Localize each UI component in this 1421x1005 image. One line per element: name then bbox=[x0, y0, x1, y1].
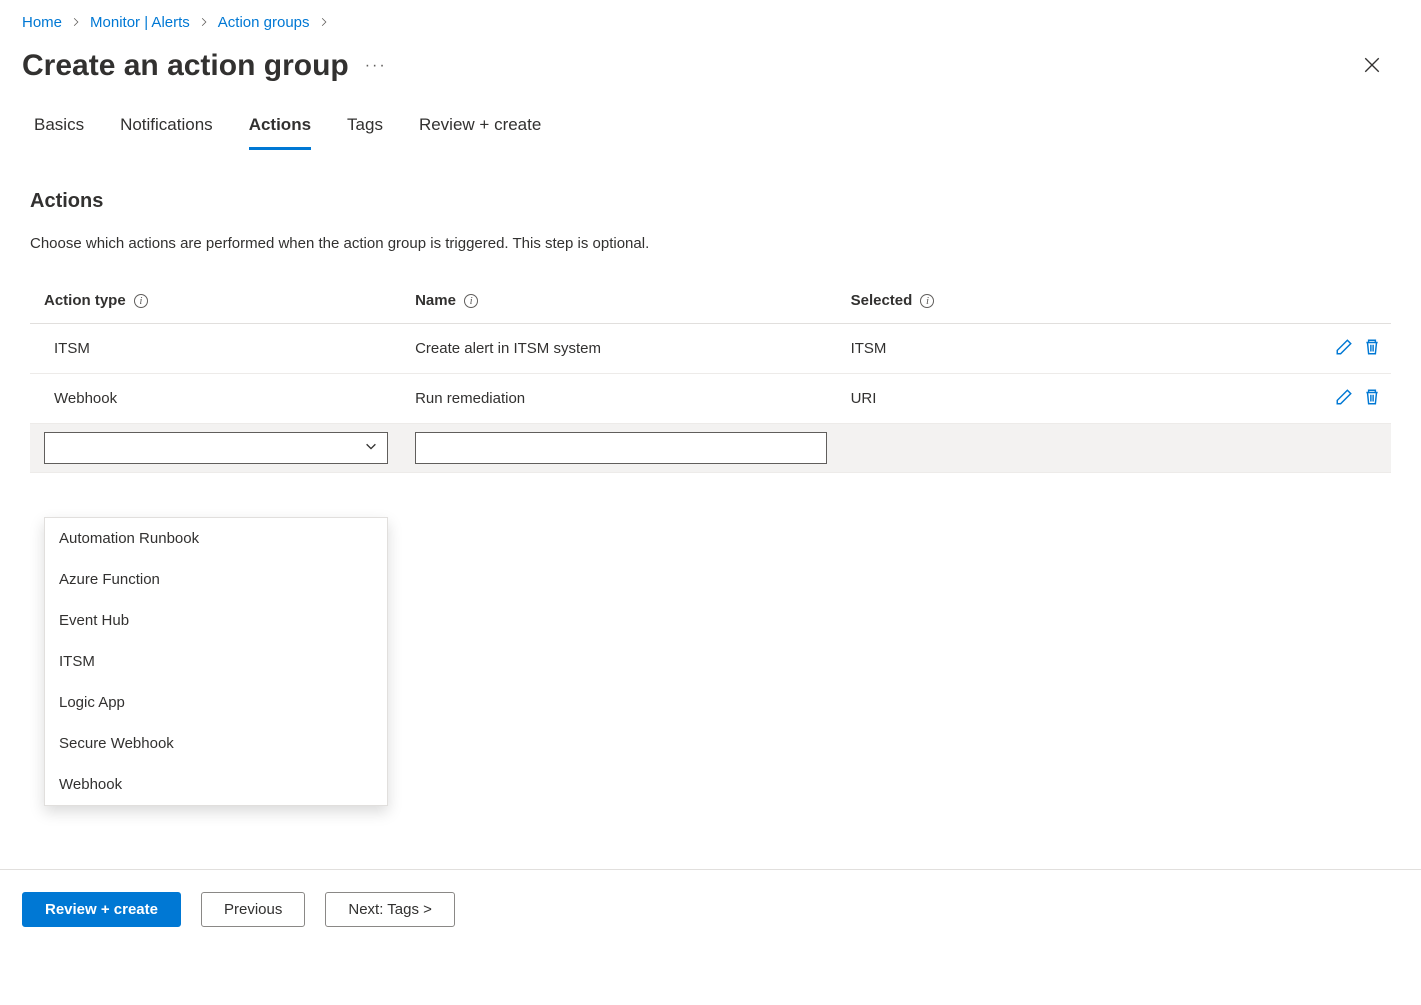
breadcrumb: Home Monitor | Alerts Action groups bbox=[0, 0, 1421, 41]
tabs: Basics Notifications Actions Tags Review… bbox=[0, 107, 1421, 150]
dropdown-option[interactable]: ITSM bbox=[45, 641, 387, 682]
more-icon[interactable]: ··· bbox=[365, 57, 387, 75]
header-name: Name bbox=[415, 292, 456, 309]
chevron-right-icon bbox=[319, 16, 329, 30]
new-action-row bbox=[30, 424, 1391, 473]
pencil-icon bbox=[1335, 344, 1353, 359]
dropdown-option[interactable]: Event Hub bbox=[45, 600, 387, 641]
action-type-dropdown: Automation Runbook Azure Function Event … bbox=[44, 517, 388, 806]
pencil-icon bbox=[1335, 394, 1353, 409]
chevron-right-icon bbox=[71, 16, 81, 30]
dropdown-option[interactable]: Secure Webhook bbox=[45, 723, 387, 764]
table-row: Webhook Run remediation URI bbox=[30, 374, 1391, 424]
section-description: Choose which actions are performed when … bbox=[30, 235, 1391, 252]
cell-action-type: ITSM bbox=[30, 324, 411, 374]
dropdown-option[interactable]: Automation Runbook bbox=[45, 518, 387, 559]
cell-selected: ITSM bbox=[847, 324, 1283, 374]
dropdown-option[interactable]: Logic App bbox=[45, 682, 387, 723]
close-icon bbox=[1363, 62, 1381, 77]
dropdown-option[interactable]: Azure Function bbox=[45, 559, 387, 600]
cell-name: Create alert in ITSM system bbox=[411, 324, 847, 374]
page-title: Create an action group bbox=[22, 49, 349, 83]
content: Actions Choose which actions are perform… bbox=[0, 150, 1421, 473]
tab-tags[interactable]: Tags bbox=[347, 107, 383, 150]
cell-name: Run remediation bbox=[411, 374, 847, 424]
tab-review-create[interactable]: Review + create bbox=[419, 107, 541, 150]
edit-button[interactable] bbox=[1333, 336, 1355, 361]
close-button[interactable] bbox=[1359, 52, 1385, 81]
review-create-button[interactable]: Review + create bbox=[22, 892, 181, 927]
breadcrumb-link-home[interactable]: Home bbox=[22, 14, 62, 31]
actions-table: Action type i Name i Selected i ITSM Cre… bbox=[30, 282, 1391, 473]
section-title: Actions bbox=[30, 190, 1391, 213]
trash-icon bbox=[1363, 344, 1381, 359]
edit-button[interactable] bbox=[1333, 386, 1355, 411]
chevron-right-icon bbox=[199, 16, 209, 30]
delete-button[interactable] bbox=[1361, 336, 1383, 361]
info-icon[interactable]: i bbox=[464, 294, 478, 308]
table-row: ITSM Create alert in ITSM system ITSM bbox=[30, 324, 1391, 374]
dropdown-option[interactable]: Webhook bbox=[45, 764, 387, 805]
action-type-select[interactable] bbox=[44, 432, 388, 464]
tab-actions[interactable]: Actions bbox=[249, 107, 311, 150]
previous-button[interactable]: Previous bbox=[201, 892, 305, 927]
footer: Review + create Previous Next: Tags > bbox=[0, 869, 1421, 927]
tab-notifications[interactable]: Notifications bbox=[120, 107, 213, 150]
tab-basics[interactable]: Basics bbox=[34, 107, 84, 150]
cell-action-type: Webhook bbox=[30, 374, 411, 424]
action-name-input[interactable] bbox=[415, 432, 827, 464]
delete-button[interactable] bbox=[1361, 386, 1383, 411]
breadcrumb-link-action-groups[interactable]: Action groups bbox=[218, 14, 310, 31]
trash-icon bbox=[1363, 394, 1381, 409]
page-header: Create an action group ··· bbox=[0, 41, 1421, 107]
action-type-input[interactable] bbox=[44, 432, 388, 464]
header-selected: Selected bbox=[851, 292, 913, 309]
cell-selected: URI bbox=[847, 374, 1283, 424]
info-icon[interactable]: i bbox=[134, 294, 148, 308]
info-icon[interactable]: i bbox=[920, 294, 934, 308]
header-action-type: Action type bbox=[44, 292, 126, 309]
next-tags-button[interactable]: Next: Tags > bbox=[325, 892, 455, 927]
breadcrumb-link-monitor-alerts[interactable]: Monitor | Alerts bbox=[90, 14, 190, 31]
